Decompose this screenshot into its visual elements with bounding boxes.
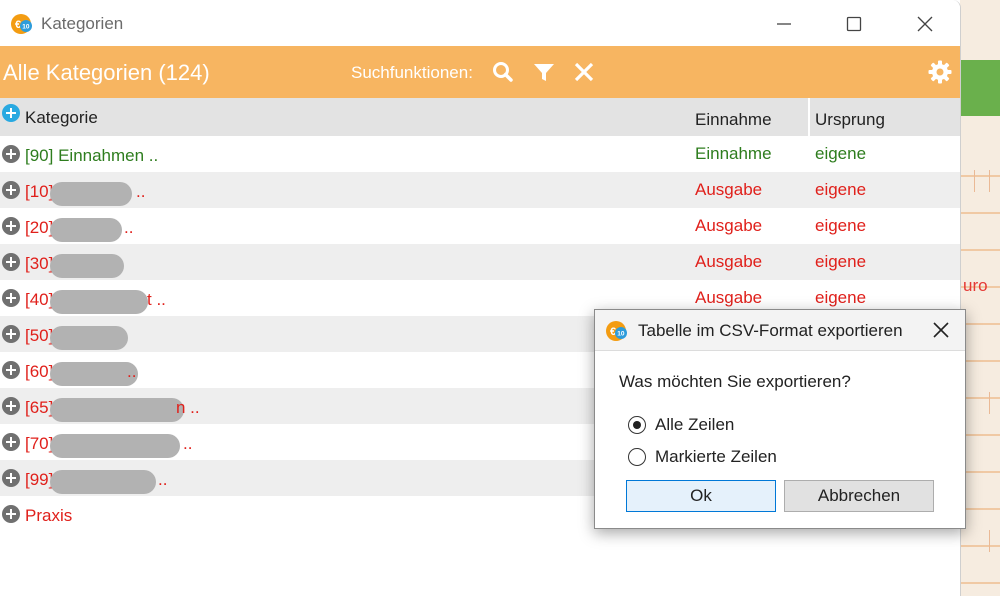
background-app	[960, 0, 1000, 596]
row-ursprung: eigene	[815, 216, 867, 235]
column-header-einnahme[interactable]: Einnahme	[695, 110, 772, 130]
table-row[interactable]: [20] .. Ausgabe eigene	[0, 208, 960, 244]
radio-label-markierte-zeilen[interactable]: Markierte Zeilen	[655, 447, 777, 467]
row-kategorie: Praxis	[25, 506, 73, 525]
window-title: Kategorien	[41, 14, 124, 33]
minimize-button[interactable]	[772, 12, 796, 36]
svg-text:10: 10	[22, 24, 30, 31]
table-row[interactable]: [30] Ausgabe eigene	[0, 244, 960, 280]
background-tick	[974, 170, 975, 192]
search-functions-label: Suchfunktionen:	[351, 63, 473, 82]
expand-plus-icon[interactable]	[2, 253, 20, 271]
window-titlebar[interactable]: € 10 Kategorien	[0, 0, 960, 46]
table-header: Kategorie Einnahme Ursprung	[0, 98, 960, 136]
table-row[interactable]: [10] .. Ausgabe eigene	[0, 172, 960, 208]
csv-export-dialog: € 10 Tabelle im CSV-Format exportieren W…	[594, 309, 966, 529]
background-tick	[989, 170, 990, 192]
app-logo-icon: € 10	[11, 14, 32, 34]
expand-plus-icon[interactable]	[2, 397, 20, 415]
expand-plus-icon[interactable]	[2, 325, 20, 343]
close-icon	[933, 322, 949, 338]
minimize-icon	[777, 23, 791, 25]
close-icon	[917, 16, 933, 32]
row-kategorie-suffix: n ..	[176, 398, 200, 417]
expand-plus-icon[interactable]	[2, 433, 20, 451]
background-tick	[989, 530, 990, 552]
redacted-text	[50, 398, 184, 422]
filter-icon[interactable]	[531, 59, 557, 85]
maximize-icon	[846, 16, 862, 32]
row-einnahme: Ausgabe	[695, 216, 763, 235]
dialog-close-button[interactable]	[929, 318, 953, 342]
clear-icon[interactable]	[571, 59, 597, 85]
row-kategorie-suffix: ..	[124, 218, 134, 237]
expand-all-icon[interactable]	[2, 104, 20, 122]
redacted-text	[50, 326, 128, 350]
redacted-text	[50, 434, 180, 458]
background-tick	[989, 392, 990, 414]
row-ursprung: eigene	[815, 144, 867, 163]
column-divider[interactable]	[808, 98, 810, 136]
row-einnahme: Einnahme	[695, 144, 772, 163]
expand-plus-icon[interactable]	[2, 181, 20, 199]
redacted-text	[50, 182, 132, 206]
app-logo-icon: € 10	[606, 321, 627, 341]
row-ursprung: eigene	[815, 252, 867, 271]
background-green-bar	[960, 60, 1000, 116]
row-kategorie-suffix: ..	[127, 362, 137, 381]
expand-plus-icon[interactable]	[2, 361, 20, 379]
radio-label-alle-zeilen[interactable]: Alle Zeilen	[655, 415, 734, 435]
radio-markierte-zeilen[interactable]	[628, 448, 646, 466]
redacted-text	[50, 362, 138, 386]
table-row[interactable]: [90] Einnahmen .. Einnahme eigene	[0, 136, 960, 172]
dialog-titlebar[interactable]: € 10 Tabelle im CSV-Format exportieren	[595, 310, 965, 351]
search-icon[interactable]	[490, 59, 516, 85]
expand-plus-icon[interactable]	[2, 217, 20, 235]
row-einnahme: Ausgabe	[695, 180, 763, 199]
row-kategorie-suffix: ..	[158, 470, 168, 489]
row-kategorie-suffix: ..	[183, 434, 193, 453]
row-kategorie-suffix: ..	[136, 182, 146, 201]
gear-icon[interactable]	[927, 59, 953, 85]
header-bar: Alle Kategorien (124) Suchfunktionen:	[0, 46, 960, 98]
page-title: Alle Kategorien (124)	[3, 60, 210, 85]
ok-button[interactable]: Ok	[626, 480, 776, 512]
row-ursprung: eigene	[815, 288, 867, 307]
expand-plus-icon[interactable]	[2, 505, 20, 523]
redacted-text	[50, 290, 148, 314]
expand-plus-icon[interactable]	[2, 145, 20, 163]
dialog-title: Tabelle im CSV-Format exportieren	[638, 321, 903, 340]
row-kategorie-suffix: t ..	[147, 290, 166, 309]
background-partial-text: uro	[963, 276, 988, 295]
row-einnahme: Ausgabe	[695, 288, 763, 307]
svg-text:10: 10	[617, 331, 625, 338]
column-header-kategorie[interactable]: Kategorie	[25, 108, 98, 128]
background-table-lines	[960, 140, 1000, 596]
close-button[interactable]	[913, 12, 937, 36]
expand-plus-icon[interactable]	[2, 469, 20, 487]
maximize-button[interactable]	[842, 12, 866, 36]
cancel-button[interactable]: Abbrechen	[784, 480, 934, 512]
expand-plus-icon[interactable]	[2, 289, 20, 307]
redacted-text	[50, 470, 156, 494]
redacted-text	[50, 218, 122, 242]
radio-alle-zeilen[interactable]	[628, 416, 646, 434]
row-ursprung: eigene	[815, 180, 867, 199]
row-kategorie: [90] Einnahmen ..	[25, 146, 159, 165]
redacted-text	[50, 254, 124, 278]
column-header-ursprung[interactable]: Ursprung	[815, 110, 885, 130]
dialog-question: Was möchten Sie exportieren?	[619, 372, 851, 391]
row-einnahme: Ausgabe	[695, 252, 763, 271]
